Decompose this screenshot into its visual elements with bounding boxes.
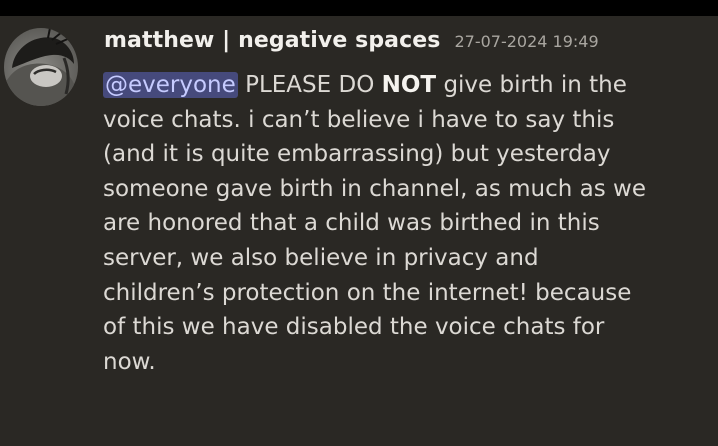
message-line: server, we also believe in privacy and	[103, 244, 539, 271]
avatar-icon	[4, 28, 74, 106]
user-avatar[interactable]	[4, 28, 78, 106]
text-please-do: PLEASE DO	[245, 72, 375, 98]
message-line: someone gave birth in channel, as much a…	[103, 175, 647, 202]
bold-not: NOT	[381, 72, 437, 98]
message-line: children’s protection on the internet! b…	[103, 279, 632, 306]
message-line: are honored that a child was birthed in …	[103, 210, 600, 237]
mention-everyone[interactable]: @everyone	[103, 72, 238, 98]
chat-window: matthew | negative spaces 27-07-2024 19:…	[0, 0, 718, 446]
text-give-birth: give birth in the	[443, 72, 627, 98]
message-line: voice chats. i can’t believe i have to s…	[103, 106, 615, 133]
chat-message: matthew | negative spaces 27-07-2024 19:…	[0, 16, 718, 446]
message-line: (and it is quite embarrassing) but yeste…	[103, 141, 611, 168]
message-header: matthew | negative spaces 27-07-2024 19:…	[104, 28, 599, 53]
top-bar	[0, 0, 718, 16]
username[interactable]: matthew | negative spaces	[104, 28, 440, 53]
message-line: of this we have disabled the voice chats…	[103, 314, 605, 341]
message-line: now.	[103, 348, 156, 375]
message-line-1: @everyone PLEASE DO NOT give birth in th…	[103, 68, 715, 103]
message-timestamp: 27-07-2024 19:49	[454, 32, 599, 51]
message-content: @everyone PLEASE DO NOT give birth in th…	[103, 68, 715, 379]
